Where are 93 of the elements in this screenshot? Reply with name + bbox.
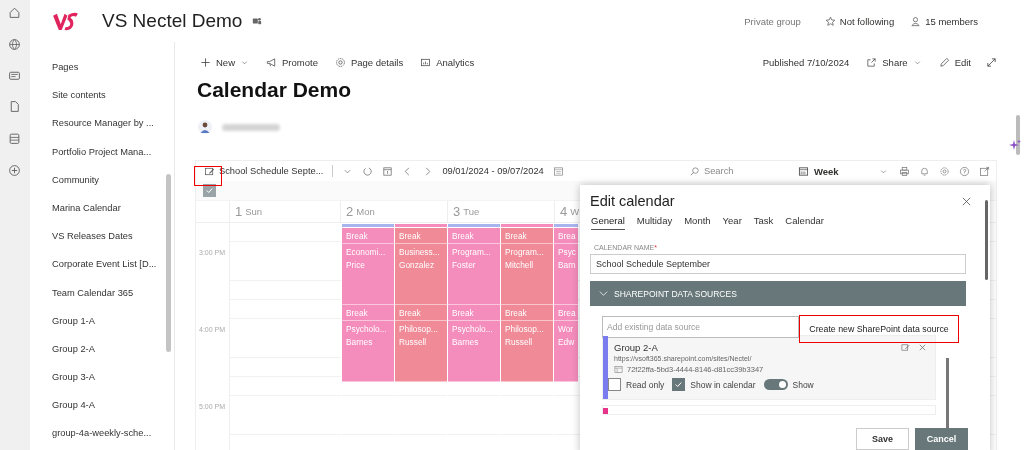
section-header[interactable]: SHAREPOINT DATA SOURCES bbox=[590, 281, 966, 306]
add-icon[interactable] bbox=[8, 164, 21, 177]
scrollbar[interactable] bbox=[166, 174, 171, 352]
analytics-button[interactable]: Analytics bbox=[420, 57, 475, 68]
help-icon[interactable] bbox=[959, 165, 970, 177]
calendar-icon[interactable] bbox=[552, 165, 564, 177]
nav-link[interactable]: Group 2-A bbox=[30, 334, 174, 364]
globe-icon[interactable] bbox=[8, 38, 21, 51]
tab[interactable]: General bbox=[591, 215, 625, 230]
toggle-switch[interactable] bbox=[763, 379, 788, 390]
settings-icon bbox=[334, 57, 346, 68]
nav-link[interactable]: Community bbox=[30, 165, 174, 194]
date-range[interactable]: 09/01/2024 - 09/07/2024 bbox=[442, 166, 544, 176]
group-privacy: Private group bbox=[744, 15, 801, 27]
list-icon[interactable] bbox=[8, 132, 21, 145]
remove-icon[interactable] bbox=[918, 343, 927, 352]
chevron-icon bbox=[598, 288, 609, 299]
create-source-button[interactable]: Create new SharePoint data source bbox=[799, 315, 959, 343]
caret-icon bbox=[912, 58, 922, 67]
checkbox[interactable] bbox=[608, 378, 621, 391]
today-icon[interactable] bbox=[382, 165, 394, 177]
edit-icon[interactable] bbox=[901, 343, 910, 352]
data-source-field[interactable]: Add existing data source bbox=[602, 316, 799, 338]
follow-button[interactable]: Not following bbox=[824, 15, 895, 27]
avatar bbox=[198, 120, 212, 134]
refresh-icon[interactable] bbox=[362, 165, 374, 177]
nav-link[interactable]: Portfolio Project Mana... bbox=[30, 137, 174, 166]
tab[interactable]: Year bbox=[722, 215, 742, 230]
export-icon[interactable] bbox=[979, 165, 990, 177]
close-icon[interactable] bbox=[961, 195, 972, 207]
tab[interactable]: Calendar bbox=[785, 215, 824, 230]
calendar-icon bbox=[798, 165, 809, 177]
save-button[interactable]: Save bbox=[856, 428, 909, 450]
scrollbar[interactable] bbox=[946, 358, 949, 430]
nav-link[interactable]: Pages bbox=[30, 53, 174, 82]
nav-link[interactable]: Group 3-A bbox=[30, 363, 174, 392]
nav-link[interactable]: Marina Calendar bbox=[30, 193, 174, 223]
scrollbar[interactable] bbox=[985, 200, 988, 280]
news-icon[interactable] bbox=[8, 69, 21, 82]
caret-icon bbox=[240, 58, 249, 67]
plus-icon bbox=[200, 57, 211, 68]
search-icon bbox=[689, 165, 700, 177]
page-details-button[interactable]: Page details bbox=[334, 57, 404, 68]
nav-link[interactable]: Resource Manager by ... bbox=[30, 109, 174, 138]
star-icon bbox=[824, 15, 836, 27]
share-icon bbox=[866, 57, 878, 68]
search-field[interactable]: Search bbox=[689, 165, 789, 177]
nav-link[interactable]: Group 4-A bbox=[30, 391, 174, 420]
checkbox-label: Show in calendar bbox=[690, 379, 756, 390]
tab[interactable]: Month bbox=[684, 215, 711, 230]
view-dropdown[interactable]: Week bbox=[798, 165, 888, 177]
checkmark-icon bbox=[204, 185, 215, 196]
calendar-name-field[interactable]: School Schedule September bbox=[590, 254, 966, 274]
nav-link[interactable]: Group 1-A bbox=[30, 306, 174, 335]
checkbox[interactable] bbox=[672, 378, 686, 391]
nav-link[interactable]: VS Releases Dates bbox=[30, 222, 174, 251]
share-button[interactable]: Share bbox=[866, 57, 922, 68]
checkbox[interactable] bbox=[203, 184, 216, 197]
pencil-icon bbox=[938, 57, 950, 68]
source-name: Group 2-A bbox=[614, 342, 658, 353]
edit-button[interactable]: Edit bbox=[938, 57, 971, 68]
nav-link[interactable]: Corporate Event List [D... bbox=[30, 250, 174, 279]
redacted-name bbox=[222, 123, 280, 131]
checkbox-label: Read only bbox=[626, 379, 665, 390]
megaphone-icon bbox=[266, 57, 277, 68]
page-title: Calendar Demo bbox=[197, 78, 353, 102]
site-logo[interactable] bbox=[52, 10, 79, 32]
settings-icon[interactable] bbox=[939, 165, 950, 177]
published-date: Published 7/10/2024 bbox=[762, 57, 850, 68]
tab[interactable]: Multiday bbox=[636, 215, 673, 230]
scrollbar[interactable] bbox=[1016, 115, 1020, 155]
teams-icon[interactable] bbox=[252, 16, 263, 26]
home-icon[interactable] bbox=[8, 6, 21, 19]
document-icon[interactable] bbox=[8, 100, 21, 113]
edit-calendar-icon[interactable] bbox=[204, 165, 215, 177]
table-icon bbox=[614, 365, 623, 374]
print-icon[interactable] bbox=[899, 165, 910, 177]
expand-icon[interactable] bbox=[986, 57, 997, 68]
cancel-button[interactable]: Cancel bbox=[915, 428, 968, 450]
nav-link[interactable]: Team Calendar 365 bbox=[30, 278, 174, 307]
nav-link[interactable]: Site contents bbox=[30, 81, 174, 110]
chart-icon bbox=[420, 57, 432, 68]
members-button[interactable]: 15 members bbox=[910, 15, 978, 27]
nav-link[interactable]: group-4a-weekly-sche... bbox=[30, 419, 174, 448]
site-title[interactable]: VS Nectel Demo bbox=[102, 10, 243, 32]
promote-button[interactable]: Promote bbox=[266, 57, 318, 68]
dialog-title: Edit calendar bbox=[590, 193, 675, 209]
person-icon bbox=[910, 15, 922, 27]
tab[interactable]: Task bbox=[753, 215, 774, 230]
new-button[interactable]: New bbox=[200, 57, 249, 68]
bell-icon[interactable] bbox=[919, 165, 930, 177]
sparkle-icon[interactable] bbox=[1009, 139, 1021, 151]
toggle-label: Show bbox=[792, 379, 814, 390]
